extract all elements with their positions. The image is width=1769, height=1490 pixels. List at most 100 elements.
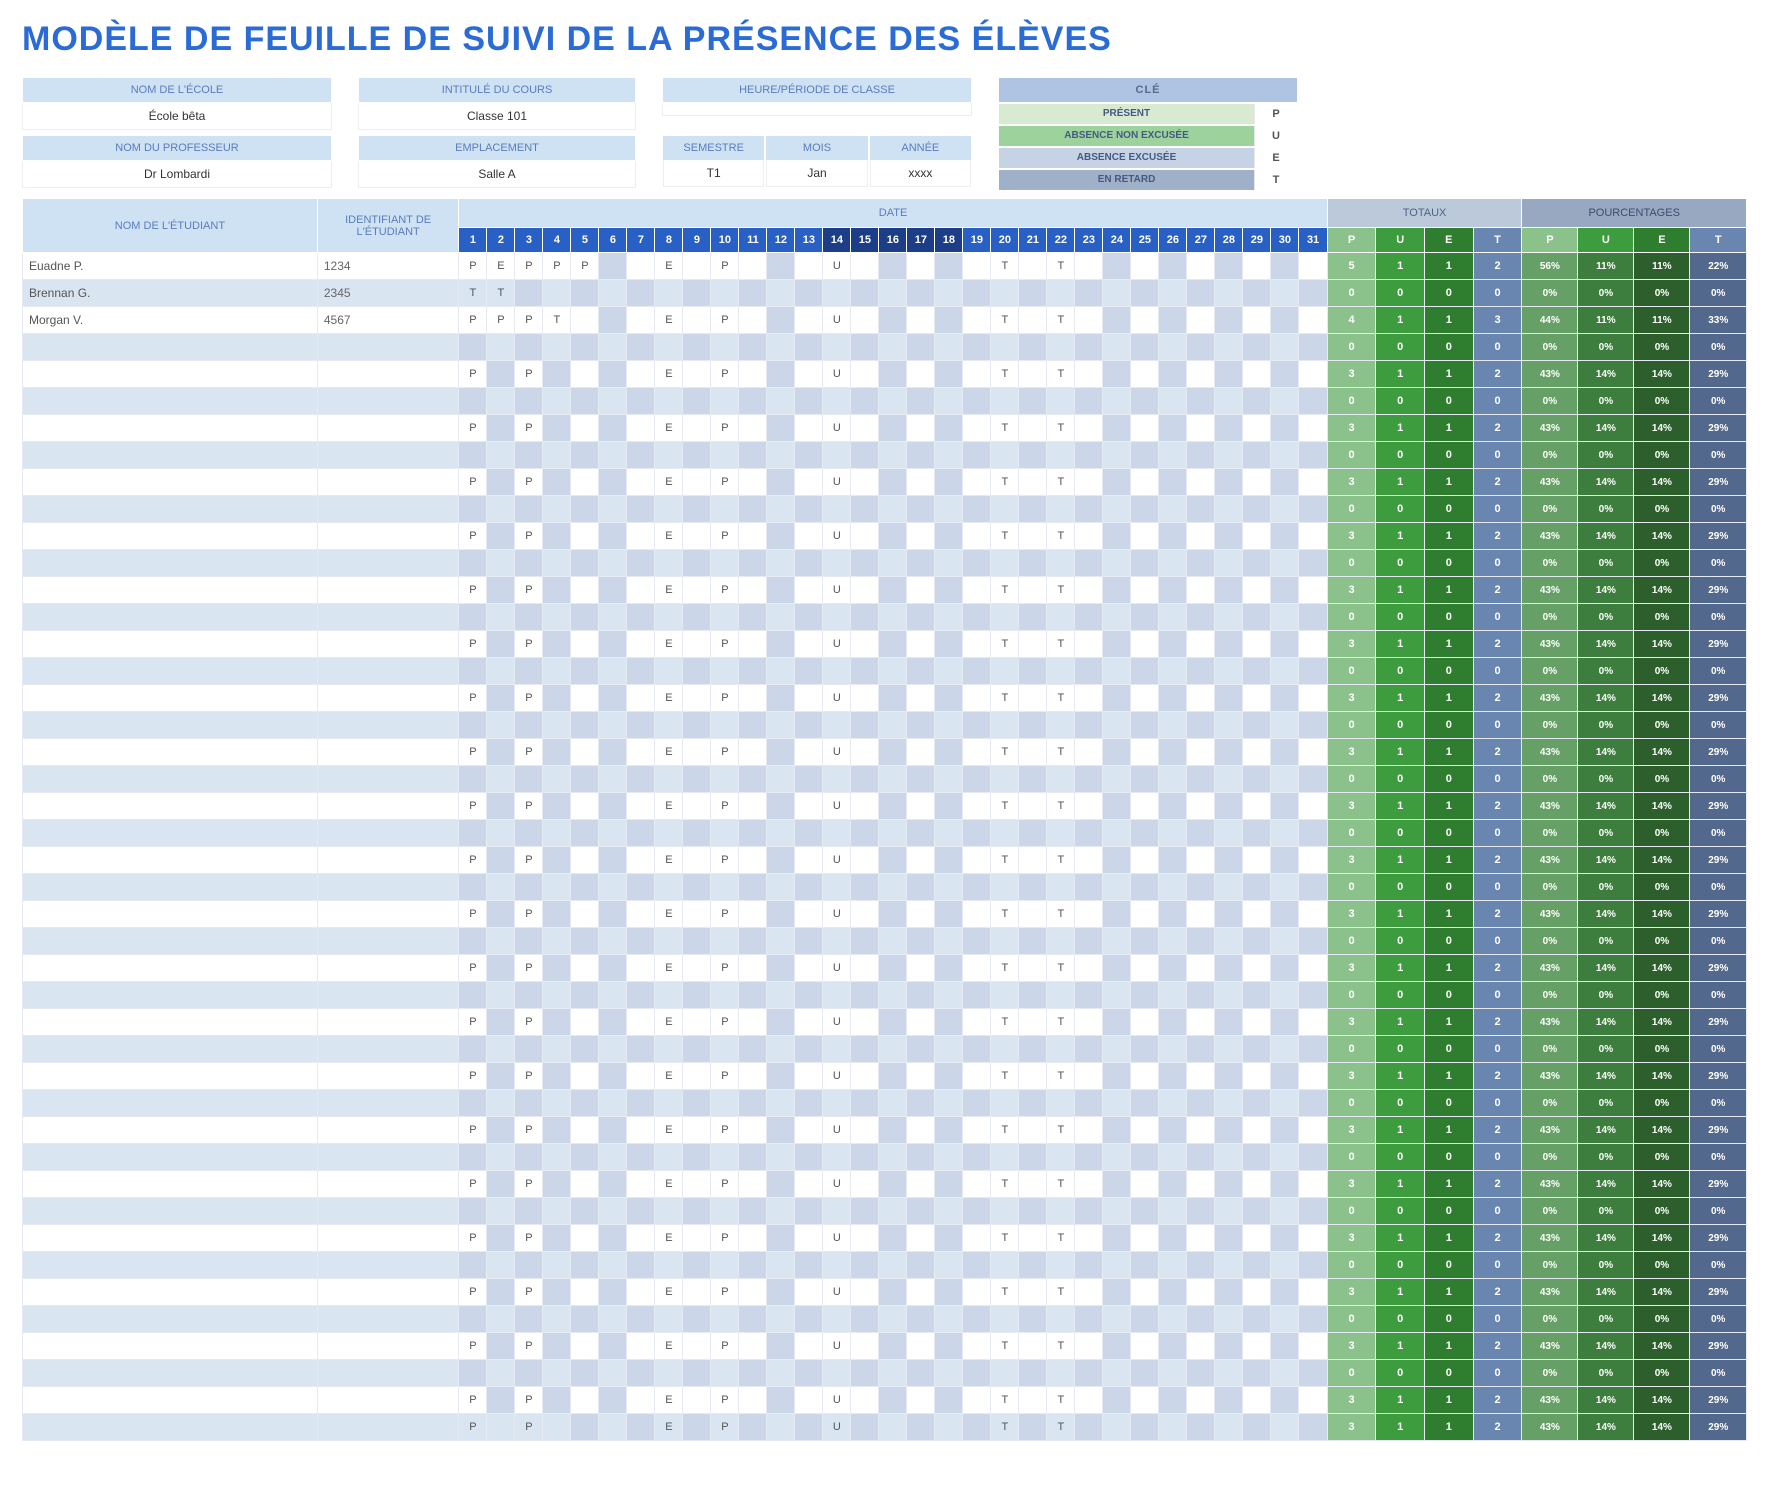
table-row[interactable]: PPEPUTT311243%14%14%29% bbox=[23, 523, 1747, 550]
attendance-cell[interactable] bbox=[711, 1090, 739, 1117]
attendance-cell[interactable]: T bbox=[543, 307, 571, 334]
attendance-cell[interactable] bbox=[1131, 1360, 1159, 1387]
attendance-cell[interactable] bbox=[1215, 1009, 1243, 1036]
attendance-cell[interactable] bbox=[459, 550, 487, 577]
attendance-cell[interactable] bbox=[1187, 307, 1215, 334]
attendance-cell[interactable]: P bbox=[711, 1387, 739, 1414]
attendance-cell[interactable] bbox=[1103, 1117, 1131, 1144]
attendance-cell[interactable] bbox=[739, 712, 767, 739]
attendance-cell[interactable] bbox=[1187, 1306, 1215, 1333]
attendance-cell[interactable] bbox=[1103, 550, 1131, 577]
attendance-cell[interactable] bbox=[627, 847, 655, 874]
attendance-cell[interactable] bbox=[515, 928, 543, 955]
attendance-cell[interactable] bbox=[739, 1279, 767, 1306]
attendance-cell[interactable] bbox=[543, 469, 571, 496]
attendance-cell[interactable] bbox=[1243, 334, 1271, 361]
attendance-cell[interactable] bbox=[1271, 820, 1299, 847]
attendance-cell[interactable] bbox=[627, 901, 655, 928]
attendance-cell[interactable] bbox=[851, 901, 879, 928]
attendance-cell[interactable] bbox=[1047, 1252, 1075, 1279]
attendance-cell[interactable] bbox=[1271, 658, 1299, 685]
attendance-cell[interactable] bbox=[683, 280, 711, 307]
attendance-cell[interactable] bbox=[1047, 820, 1075, 847]
attendance-cell[interactable]: T bbox=[1047, 847, 1075, 874]
attendance-cell[interactable] bbox=[991, 442, 1019, 469]
attendance-cell[interactable]: T bbox=[1047, 361, 1075, 388]
attendance-cell[interactable] bbox=[571, 1252, 599, 1279]
attendance-cell[interactable]: E bbox=[655, 1387, 683, 1414]
attendance-cell[interactable]: T bbox=[991, 253, 1019, 280]
attendance-cell[interactable]: U bbox=[823, 685, 851, 712]
attendance-cell[interactable] bbox=[543, 1306, 571, 1333]
attendance-cell[interactable]: E bbox=[655, 1333, 683, 1360]
attendance-cell[interactable] bbox=[1271, 280, 1299, 307]
attendance-cell[interactable] bbox=[543, 955, 571, 982]
attendance-cell[interactable] bbox=[1047, 442, 1075, 469]
attendance-cell[interactable] bbox=[907, 442, 935, 469]
attendance-cell[interactable] bbox=[935, 604, 963, 631]
attendance-cell[interactable] bbox=[543, 388, 571, 415]
attendance-cell[interactable]: P bbox=[515, 631, 543, 658]
attendance-cell[interactable] bbox=[1131, 712, 1159, 739]
student-id[interactable] bbox=[317, 928, 459, 955]
attendance-cell[interactable] bbox=[879, 1414, 907, 1441]
attendance-cell[interactable] bbox=[599, 334, 627, 361]
attendance-cell[interactable] bbox=[711, 496, 739, 523]
student-id[interactable] bbox=[317, 1063, 459, 1090]
attendance-cell[interactable] bbox=[1299, 793, 1327, 820]
attendance-cell[interactable] bbox=[1159, 955, 1187, 982]
attendance-cell[interactable] bbox=[543, 1144, 571, 1171]
attendance-cell[interactable] bbox=[487, 550, 515, 577]
attendance-cell[interactable] bbox=[991, 1144, 1019, 1171]
attendance-cell[interactable] bbox=[907, 928, 935, 955]
attendance-cell[interactable]: P bbox=[515, 1387, 543, 1414]
attendance-cell[interactable]: T bbox=[1047, 307, 1075, 334]
attendance-cell[interactable] bbox=[851, 739, 879, 766]
attendance-cell[interactable] bbox=[459, 496, 487, 523]
attendance-cell[interactable] bbox=[683, 1009, 711, 1036]
attendance-cell[interactable] bbox=[1299, 253, 1327, 280]
attendance-cell[interactable] bbox=[1019, 712, 1047, 739]
attendance-cell[interactable]: T bbox=[991, 1333, 1019, 1360]
attendance-cell[interactable] bbox=[1243, 712, 1271, 739]
attendance-cell[interactable] bbox=[1103, 1198, 1131, 1225]
attendance-cell[interactable] bbox=[795, 550, 823, 577]
attendance-cell[interactable] bbox=[571, 1333, 599, 1360]
attendance-cell[interactable] bbox=[1159, 415, 1187, 442]
attendance-cell[interactable] bbox=[1075, 1279, 1103, 1306]
attendance-cell[interactable] bbox=[767, 1198, 795, 1225]
attendance-cell[interactable] bbox=[1047, 928, 1075, 955]
attendance-cell[interactable] bbox=[767, 1225, 795, 1252]
table-row[interactable]: PPEPUTT311243%14%14%29% bbox=[23, 1387, 1747, 1414]
attendance-cell[interactable] bbox=[571, 469, 599, 496]
attendance-cell[interactable] bbox=[879, 496, 907, 523]
attendance-cell[interactable] bbox=[963, 415, 991, 442]
attendance-cell[interactable] bbox=[515, 442, 543, 469]
attendance-cell[interactable] bbox=[851, 415, 879, 442]
attendance-cell[interactable] bbox=[1243, 1198, 1271, 1225]
attendance-cell[interactable] bbox=[1215, 793, 1243, 820]
attendance-cell[interactable] bbox=[851, 1252, 879, 1279]
attendance-cell[interactable] bbox=[487, 1252, 515, 1279]
attendance-cell[interactable] bbox=[515, 1198, 543, 1225]
attendance-cell[interactable] bbox=[795, 1009, 823, 1036]
attendance-cell[interactable] bbox=[1215, 523, 1243, 550]
student-name[interactable] bbox=[23, 1063, 318, 1090]
attendance-cell[interactable] bbox=[599, 1036, 627, 1063]
attendance-cell[interactable] bbox=[571, 1036, 599, 1063]
attendance-cell[interactable] bbox=[487, 982, 515, 1009]
attendance-cell[interactable] bbox=[1103, 1225, 1131, 1252]
attendance-cell[interactable] bbox=[599, 766, 627, 793]
attendance-cell[interactable] bbox=[907, 469, 935, 496]
attendance-cell[interactable] bbox=[1271, 739, 1299, 766]
attendance-cell[interactable] bbox=[627, 1198, 655, 1225]
attendance-cell[interactable] bbox=[767, 793, 795, 820]
attendance-cell[interactable] bbox=[1047, 1144, 1075, 1171]
attendance-cell[interactable] bbox=[1075, 334, 1103, 361]
attendance-cell[interactable] bbox=[907, 496, 935, 523]
attendance-cell[interactable] bbox=[879, 739, 907, 766]
attendance-cell[interactable] bbox=[1159, 496, 1187, 523]
attendance-cell[interactable] bbox=[1187, 982, 1215, 1009]
attendance-cell[interactable]: T bbox=[991, 1414, 1019, 1441]
attendance-cell[interactable] bbox=[599, 631, 627, 658]
